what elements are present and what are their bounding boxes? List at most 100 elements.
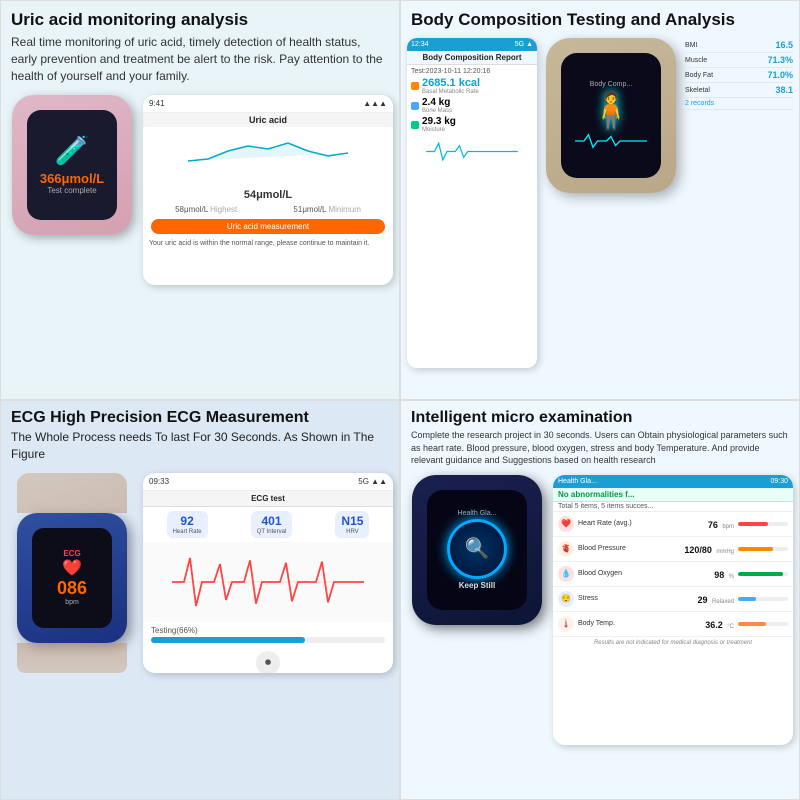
bc-bone-label: Bone Mass — [422, 108, 452, 114]
ua-chart-area — [143, 127, 393, 187]
bp-bar — [738, 547, 788, 551]
ua-low: 51μmol/L Minimum — [293, 205, 360, 214]
phone-title: Uric acid — [143, 113, 393, 127]
temp-value: 36.2 °C — [705, 615, 734, 633]
oxygen-icon: 💧 — [558, 566, 574, 582]
heart-rate-bar-fill — [738, 522, 768, 526]
vital-blood-pressure: 🫀 Blood Pressure 120/80 mmHg — [553, 537, 793, 562]
bc-stat-muscle-pct: 71.3% — [767, 55, 793, 65]
ecg-stats-row: 92 Heart Rate 401 QT Interval N15 HRV — [143, 507, 393, 542]
ua-main-reading: 54μmol/L — [143, 187, 393, 203]
bc-stat-skeletal-val: 38.1 — [775, 85, 793, 95]
ua-note: Your uric acid is within the normal rang… — [143, 237, 393, 250]
im-watch: Health Gla... 🔍 Keep Still — [412, 475, 542, 625]
health-circle-icon: 🔍 — [447, 519, 507, 579]
ecg-chart-area — [143, 542, 393, 622]
ecg-stat-qt: 401 QT Interval — [251, 511, 293, 538]
temp-bar — [738, 622, 788, 626]
bc-stat-muscle: Muscle 71.3% — [685, 53, 793, 68]
temp-label: Body Temp. — [578, 620, 701, 627]
heart-rate-value: 76 bpm — [708, 515, 734, 533]
bc-phone-header: 12:34 5G ▲ — [407, 38, 537, 51]
im-watch-screen: Health Gla... 🔍 Keep Still — [427, 490, 527, 610]
stress-label: Stress — [578, 595, 694, 602]
bp-bar-fill — [738, 547, 773, 551]
bp-value: 120/80 mmHg — [684, 540, 734, 558]
heart-rate-icon: ❤️ — [558, 516, 574, 532]
bc-ecg-svg — [411, 139, 533, 164]
bc-moisture-label: Moisture — [422, 127, 456, 133]
uric-acid-watch-container: 🧪 366μmol/L Test complete — [7, 95, 137, 235]
im-watch-header: Health Gla... — [458, 510, 497, 517]
vital-stress: 😌 Stress 29 Relaxed — [553, 587, 793, 612]
bc-stat-records: 2 records — [685, 98, 793, 110]
bc-phone-title: Body Composition Report — [407, 51, 537, 65]
micro-exam-subtitle: Complete the research project in 30 seco… — [401, 429, 799, 471]
im-phone: Health Gla... 09:30 No abnormalities f..… — [553, 475, 793, 745]
im-phone-header: Health Gla... 09:30 — [553, 475, 793, 488]
im-phone-title: Health Gla... — [558, 478, 597, 485]
bc-stat-skeletal-label: Skeletal — [685, 87, 710, 94]
blood-pressure-icon: 🫀 — [558, 541, 574, 557]
ecg-phone-status: 09:33 5G ▲▲ — [143, 473, 393, 491]
ecg-done-button[interactable]: ⏺ — [256, 651, 280, 673]
stress-icon: 😌 — [558, 591, 574, 607]
bc-watch-screen: Body Comp... 🧍 — [561, 53, 661, 178]
flask-icon: 🧪 — [55, 134, 90, 167]
ecg-phone: 09:33 5G ▲▲ ECG test 92 Heart Rate 401 Q… — [143, 473, 393, 673]
im-phone-status: No abnormalities f... — [553, 488, 793, 502]
bc-icons: 5G ▲ — [515, 41, 533, 48]
body-comp-title: Body Composition Testing and Analysis — [401, 1, 799, 34]
ecg-progress-bar — [151, 637, 385, 643]
human-figure-icon: 🧍 — [589, 90, 634, 132]
ecg-chart-svg — [147, 546, 389, 618]
bc-bmr-label: Basal Metabolic Rate — [422, 89, 480, 95]
ua-readings-row: 58μmol/L Highest 51μmol/L Minimum — [143, 203, 393, 216]
ecg-stat-hrv: N15 HRV — [335, 511, 369, 538]
ua-measure-button[interactable]: Uric acid measurement — [151, 219, 385, 234]
bc-bone-dot — [411, 102, 419, 110]
bc-watch-ecg — [571, 132, 651, 150]
ecg-watch-wrap: ECG ❤️ 086 bpm — [7, 473, 137, 673]
ecg-phone-time: 09:33 — [149, 477, 169, 486]
uric-acid-title: Uric acid monitoring analysis — [1, 1, 399, 34]
bc-stat-bmi-val: 16.5 — [775, 40, 793, 50]
im-disclaimer: Results are not indicated for medical di… — [553, 637, 793, 649]
phone-icons: ▲▲▲ — [363, 99, 387, 108]
uric-acid-watch-screen: 🧪 366μmol/L Test complete — [27, 110, 117, 220]
oxygen-bar-fill — [738, 572, 783, 576]
micro-exam-title: Intelligent micro examination — [401, 401, 799, 429]
heart-rate-label: Heart Rate (avg.) — [578, 520, 704, 527]
vital-heart-rate: ❤️ Heart Rate (avg.) 76 bpm — [553, 512, 793, 537]
main-grid: Uric acid monitoring analysis Real time … — [0, 0, 800, 800]
ecg-phone-title: ECG test — [143, 491, 393, 507]
bc-stat-muscle-label: Muscle — [685, 57, 707, 64]
ecg-cell: ECG High Precision ECG Measurement The W… — [0, 400, 400, 800]
stress-value: 29 Relaxed — [698, 590, 734, 608]
im-phone-time: 09:30 — [770, 478, 788, 485]
micro-exam-body: Health Gla... 🔍 Keep Still Health Gla...… — [401, 471, 799, 749]
phone-time: 9:41 — [149, 99, 165, 108]
phone-status-bar: 9:41 ▲▲▲ — [143, 95, 393, 113]
bc-stat-bodyfat: Body Fat 71.0% — [685, 68, 793, 83]
bc-moisture-row: 29.3 kg Moisture — [411, 116, 533, 133]
uric-acid-watch: 🧪 366μmol/L Test complete — [12, 95, 132, 235]
uric-acid-subtitle: Real time monitoring of uric acid, timel… — [1, 34, 399, 90]
ecg-body: ECG ❤️ 086 bpm 09:33 5G ▲▲ ECG test — [1, 469, 399, 752]
ecg-subtitle: The Whole Process needs To last For 30 S… — [1, 429, 399, 469]
oxygen-label: Blood Oxygen — [578, 570, 710, 577]
ua-chart-svg — [147, 131, 389, 171]
micro-exam-cell: Intelligent micro examination Complete t… — [400, 400, 800, 800]
uric-acid-value: 366μmol/L — [40, 171, 104, 186]
ecg-progress-fill — [151, 637, 305, 643]
ua-high: 58μmol/L Highest — [175, 205, 237, 214]
bc-stat-bodyfat-label: Body Fat — [685, 72, 713, 79]
bc-stat-bodyfat-pct: 71.0% — [767, 70, 793, 80]
heart-rate-bar — [738, 522, 788, 526]
bc-watch-container: Body Comp... 🧍 — [541, 38, 681, 368]
bc-bmr: 2685.1 kcal Basal Metabolic Rate — [422, 77, 480, 95]
im-phone-total: Total 5 items, 5 items succes... — [553, 502, 793, 512]
oxygen-value: 98 % — [714, 565, 734, 583]
uric-acid-cell: Uric acid monitoring analysis Real time … — [0, 0, 400, 400]
heart-icon: ❤️ — [62, 558, 82, 578]
